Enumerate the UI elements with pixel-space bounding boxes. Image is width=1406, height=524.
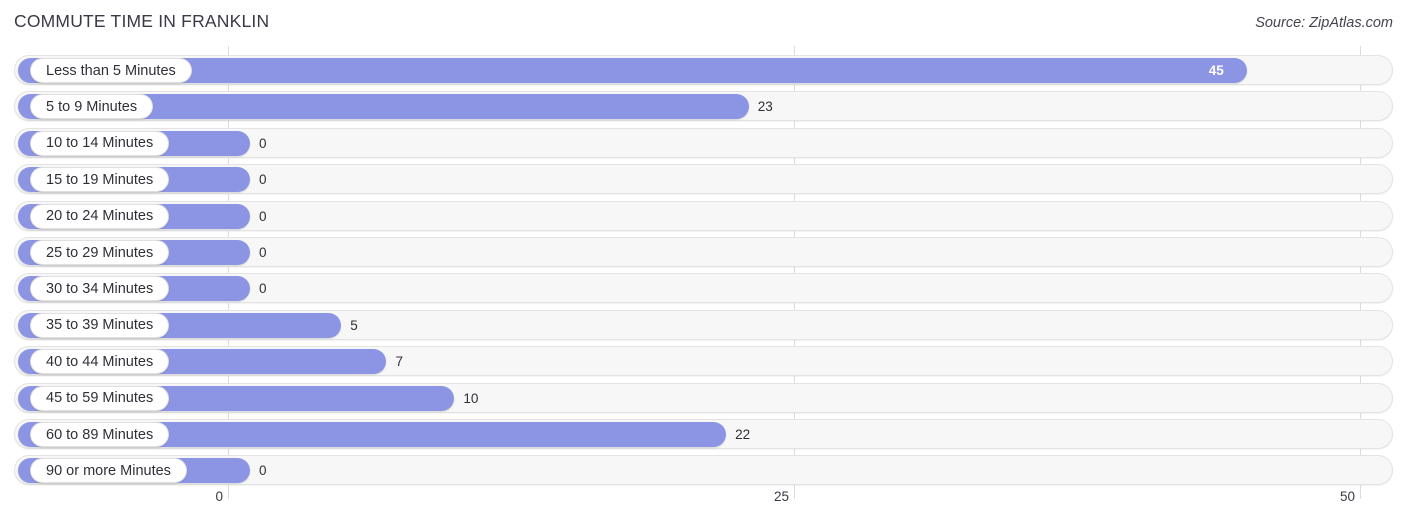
bar-row[interactable]: 30 to 34 Minutes 0: [0, 273, 1406, 305]
bar-category-label: 30 to 34 Minutes: [30, 276, 170, 302]
bar-value-label: 10: [463, 390, 479, 406]
bar-row[interactable]: Less than 5 Minutes 45: [0, 55, 1406, 87]
bar-category-label: Less than 5 Minutes: [30, 58, 192, 83]
axis-tick-mark: [228, 486, 229, 499]
bar-category-label: 60 to 89 Minutes: [30, 422, 170, 447]
bar-category-label: 40 to 44 Minutes: [30, 349, 170, 375]
bar-row[interactable]: 45 to 59 Minutes 10: [0, 382, 1406, 415]
bar-row[interactable]: 20 to 24 Minutes 0: [0, 200, 1406, 233]
page-title: COMMUTE TIME IN FRANKLIN: [14, 11, 270, 31]
axis-tick-label: 0: [215, 489, 223, 504]
bar-fill[interactable]: [18, 58, 1247, 83]
bar-value-label: 7: [395, 354, 403, 370]
axis-tick-mark: [794, 486, 795, 499]
bar-value-label: 0: [259, 172, 267, 188]
bar-category-label: 20 to 24 Minutes: [30, 203, 170, 229]
bar-value-label: 5: [350, 317, 358, 333]
bar-row[interactable]: 5 to 9 Minutes 23: [0, 91, 1406, 123]
bar-row[interactable]: 10 to 14 Minutes 0: [0, 127, 1406, 160]
bar-row[interactable]: 90 or more Minutes 0: [0, 455, 1406, 487]
bar-row[interactable]: 40 to 44 Minutes 7: [0, 346, 1406, 378]
bar-category-label: 35 to 39 Minutes: [30, 312, 170, 338]
bar-row[interactable]: 35 to 39 Minutes 5: [0, 309, 1406, 342]
bar-value-label: 23: [757, 99, 773, 115]
bar-category-label: 90 or more Minutes: [30, 458, 187, 484]
bar-row[interactable]: 25 to 29 Minutes 0: [0, 237, 1406, 269]
bar-category-label: 10 to 14 Minutes: [30, 130, 170, 156]
bar-value-label: 0: [259, 135, 267, 151]
bar-value-label: 0: [259, 208, 267, 224]
bar-category-label: 45 to 59 Minutes: [30, 385, 170, 411]
bar-category-label: 25 to 29 Minutes: [30, 240, 170, 265]
axis-tick-label: 25: [773, 489, 789, 504]
bar-category-label: 15 to 19 Minutes: [30, 167, 170, 193]
bar-value-label: 0: [259, 281, 267, 297]
bar-row[interactable]: 15 to 19 Minutes 0: [0, 164, 1406, 196]
bar-value-label: 0: [259, 463, 267, 479]
source-attribution: Source: ZipAtlas.com: [1255, 15, 1393, 31]
bar-value-label: 22: [735, 427, 751, 442]
bar-value-label: 0: [259, 245, 267, 260]
bar-row[interactable]: 60 to 89 Minutes 22: [0, 419, 1406, 451]
bar-value-label: 45: [1208, 63, 1224, 78]
plot-area: Less than 5 Minutes 45 5 to 9 Minutes 23 10 …: [0, 46, 1406, 486]
bar-category-label: 5 to 9 Minutes: [30, 94, 154, 120]
axis-tick-mark: [1360, 486, 1361, 499]
axis-tick-label: 50: [1339, 489, 1355, 504]
x-axis: 0 25 50: [0, 486, 1406, 524]
chart-container: COMMUTE TIME IN FRANKLIN Source: ZipAtla…: [0, 0, 1406, 524]
